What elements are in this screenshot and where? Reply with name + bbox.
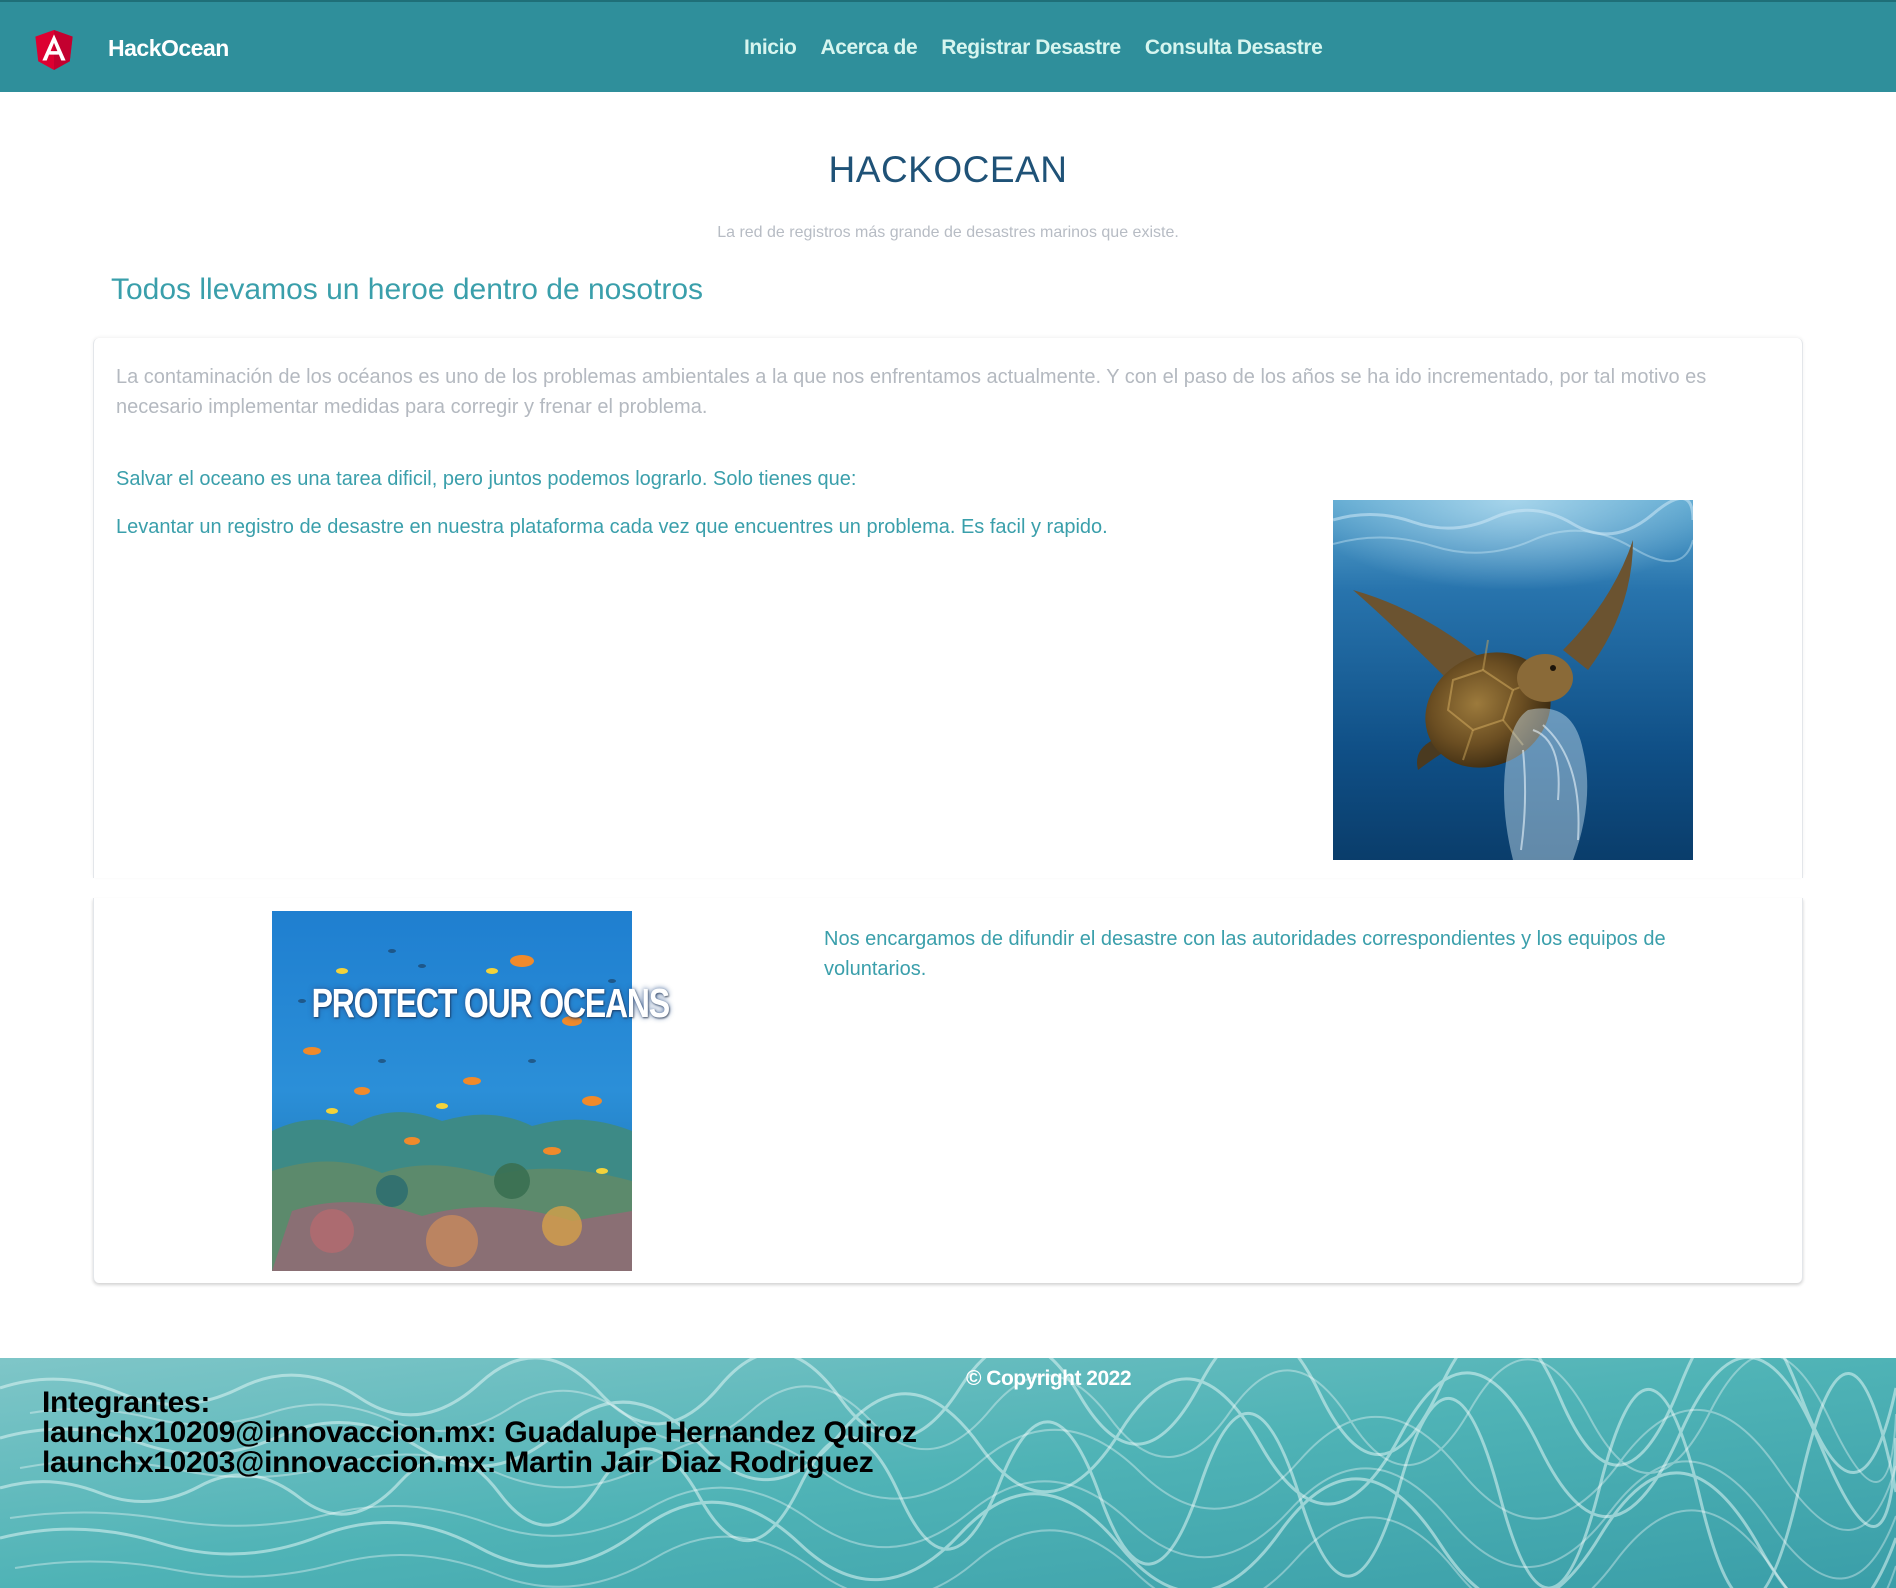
angular-logo-icon[interactable]	[29, 23, 79, 75]
nav-link-consulta-desastre[interactable]: Consulta Desastre	[1145, 32, 1323, 64]
team-members: Integrantes: launchx10209@innovaccion.mx…	[42, 1388, 917, 1478]
intro-paragraph: La contaminación de los océanos es uno d…	[116, 366, 1707, 418]
top-navbar: HackOcean Inicio Acerca de Registrar Des…	[0, 0, 1896, 92]
page-subtitle: La red de registros más grande de desast…	[717, 224, 1179, 241]
poster-text: PROTECT OUR OCEANS	[311, 980, 671, 1026]
register-instruction-text: Levantar un registro de desastre en nues…	[116, 516, 1108, 538]
page-title: HACKOCEAN	[828, 149, 1068, 190]
sea-turtle-plastic-bag-image	[1333, 500, 1693, 860]
nav-link-acerca-de[interactable]: Acerca de	[820, 32, 917, 64]
copyright-text: © Copyright 2022	[966, 1367, 1132, 1390]
member-item: launchx10203@innovaccion.mx: Martin Jair…	[42, 1446, 874, 1479]
section-heading: Todos llevamos un heroe dentro de nosotr…	[111, 273, 704, 306]
member-item: launchx10209@innovaccion.mx: Guadalupe H…	[42, 1416, 917, 1449]
protect-our-oceans-image	[272, 911, 632, 1271]
nav-link-registrar-desastre[interactable]: Registrar Desastre	[941, 32, 1121, 64]
nav-link-inicio[interactable]: Inicio	[744, 32, 797, 64]
nav-menu: Inicio Acerca de Registrar Desastre Cons…	[744, 32, 1323, 64]
footer: © Copyright 2022 Integrantes: launchx102…	[0, 1358, 1896, 1588]
members-title: Integrantes:	[42, 1386, 211, 1419]
call-to-action-text: Salvar el oceano es una tarea dificil, p…	[116, 468, 857, 490]
brand-link[interactable]: HackOcean	[108, 32, 229, 64]
spread-info-text: Nos encargamos de difundir el desastre c…	[824, 928, 1666, 980]
